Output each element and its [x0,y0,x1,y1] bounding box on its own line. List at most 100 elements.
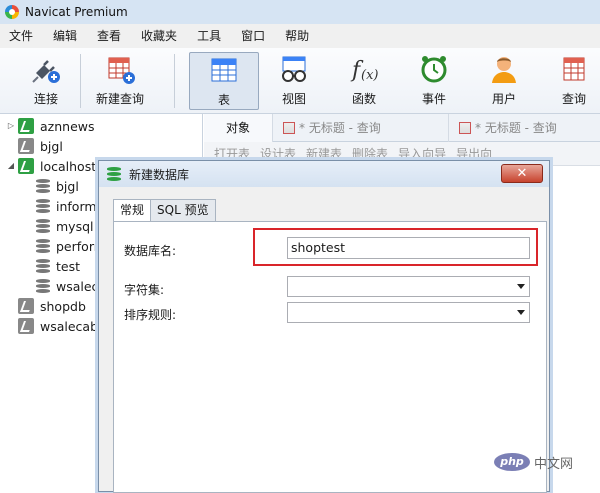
window-title: Navicat Premium [25,5,128,19]
tree-db-test[interactable]: test [36,256,80,276]
event-button[interactable]: 事件 [412,52,456,110]
menu-tools[interactable]: 工具 [187,24,231,48]
tree-connection-aznnews[interactable]: ▷ aznnews [6,116,95,136]
database-icon [36,258,50,274]
expand-icon[interactable]: ▷ [6,121,16,131]
connection-icon [18,298,34,314]
user-icon [487,52,521,86]
collation-label: 排序规则: [124,308,177,322]
expand-icon[interactable] [6,141,16,151]
database-icon [36,278,50,294]
query-icon [557,52,591,86]
charset-label: 字符集: [124,283,165,297]
database-name: bjgl [56,178,79,194]
database-icon [107,166,121,182]
tab-sql-preview[interactable]: SQL 预览 [150,199,216,221]
clock-event-icon [417,52,451,86]
tree-connection-shopdb[interactable]: shopdb [6,296,86,316]
tree-db-information[interactable]: informa [36,196,104,216]
new-database-dialog: 新建数据库 ✕ 常规 SQL 预览 数据库名: shoptest 字符集: 排序… [98,160,550,493]
main-toolbar: 连接 新建查询 表 视图 f (x) 函数 事件 用户 查询 [0,48,600,114]
view-button[interactable]: 视图 [272,52,316,110]
database-name: mysql [56,218,94,234]
chevron-down-icon [517,284,525,289]
dialog-title-bar[interactable]: 新建数据库 ✕ [99,161,549,187]
charset-select[interactable] [287,276,530,297]
menu-favorites[interactable]: 收藏夹 [131,24,187,48]
tree-db-performance[interactable]: perforr [36,236,99,256]
event-label: 事件 [421,92,446,106]
query-tab-icon [459,121,472,134]
db-name-input[interactable]: shoptest [287,237,530,259]
connection-icon [18,118,34,134]
database-icon [36,218,50,234]
general-panel: 数据库名: shoptest 字符集: 排序规则: [113,221,547,493]
view-icon [277,52,311,86]
database-name: perforr [56,238,99,254]
php-logo: php [494,453,530,471]
menu-file[interactable]: 文件 [0,24,43,48]
menu-window[interactable]: 窗口 [231,24,275,48]
plug-add-icon [29,52,63,86]
watermark: php 中文网 [494,452,598,472]
connection-name: shopdb [40,298,86,314]
database-name: informa [56,198,105,214]
collation-select[interactable] [287,302,530,323]
tab-query-2[interactable]: * 无标题 - 查询 [449,114,567,142]
table-label: 表 [217,93,230,107]
menu-help[interactable]: 帮助 [275,24,319,48]
expand-icon[interactable] [6,321,16,331]
menu-bar: 文件 编辑 查看 收藏夹 工具 窗口 帮助 [0,24,600,48]
svg-text:(x): (x) [361,68,378,83]
database-name: test [56,258,81,274]
tree-connection-bjgl[interactable]: bjgl [6,136,63,156]
table-icon [207,53,241,87]
dialog-tabs: 常规 SQL 预览 [113,199,216,222]
table-button[interactable]: 表 [189,52,259,110]
menu-view[interactable]: 查看 [87,24,131,48]
new-query-button[interactable]: 新建查询 [92,52,148,110]
query-label: 查询 [561,92,586,106]
toolbar-separator [80,54,81,108]
tab-label: * 无标题 - 查询 [475,121,557,135]
connect-button[interactable]: 连接 [16,52,76,110]
user-button[interactable]: 用户 [482,52,526,110]
database-icon [36,198,50,214]
tab-label: * 无标题 - 查询 [299,121,381,135]
user-label: 用户 [491,92,516,106]
tree-connection-localhost[interactable]: ◢ localhost_ [6,156,102,176]
document-tabs: 对象 * 无标题 - 查询 * 无标题 - 查询 [204,113,600,142]
view-label: 视图 [281,92,306,106]
tree-connection-wsalecabi[interactable]: wsalecabi [6,316,102,336]
connection-name: localhost_ [40,158,103,174]
db-name-label: 数据库名: [124,244,177,258]
tree-db-bjgl[interactable]: bjgl [36,176,79,196]
database-icon [36,238,50,254]
tab-general[interactable]: 常规 [113,199,152,222]
connection-icon [18,138,34,154]
new-query-icon [103,52,137,86]
database-icon [36,178,50,194]
expand-icon[interactable] [6,301,16,311]
watermark-text: 中文网 [534,456,574,472]
connection-icon [18,318,34,334]
menu-edit[interactable]: 编辑 [43,24,87,48]
tree-db-mysql[interactable]: mysql [36,216,94,236]
tab-objects[interactable]: 对象 [204,113,274,142]
new-query-label: 新建查询 [95,92,144,106]
tab-query-1[interactable]: * 无标题 - 查询 [273,113,450,142]
chevron-down-icon [517,310,525,315]
query-tab-icon [283,121,296,134]
tab-label: 对象 [226,121,251,135]
connection-name: bjgl [40,138,63,154]
connection-icon [18,158,34,174]
navicat-logo-icon [5,5,19,19]
collapse-icon[interactable]: ◢ [6,161,16,171]
query-button[interactable]: 查询 [552,52,596,110]
close-button[interactable]: ✕ [501,164,543,183]
connection-name: wsalecabi [40,318,102,334]
connect-label: 连接 [33,92,58,106]
tree-db-wsalecabi[interactable]: wsaleca [36,276,106,296]
function-button[interactable]: f (x) 函数 [342,52,386,110]
function-label: 函数 [351,92,376,106]
